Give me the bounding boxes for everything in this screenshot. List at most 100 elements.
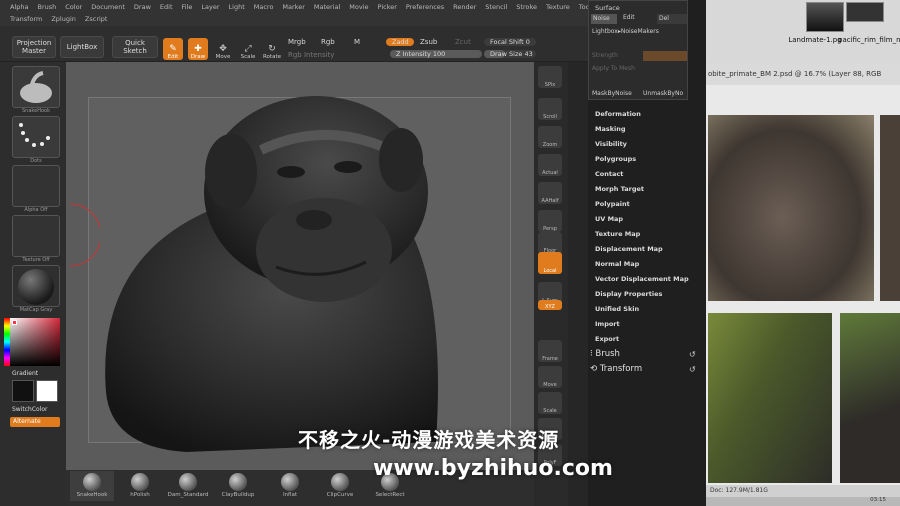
tool-menu-display-properties[interactable]: Display Properties (595, 290, 662, 298)
m-button[interactable]: M (354, 38, 360, 46)
edit-mode-button[interactable]: ✎ Edit (163, 38, 183, 60)
quick-sketch-button[interactable]: Quick Sketch (112, 36, 158, 58)
mask-by-noise-button[interactable]: MaskByNoise (592, 90, 632, 97)
menu-material[interactable]: Material (314, 3, 340, 11)
view-actual-button[interactable]: Actual (538, 154, 562, 176)
file1-name[interactable]: Landmate-1.pg (788, 36, 842, 45)
view-xyz-button[interactable]: XYZ (538, 300, 562, 310)
menu-draw[interactable]: Draw (134, 3, 151, 11)
menu-texture[interactable]: Texture (546, 3, 570, 11)
menu-movie[interactable]: Movie (349, 3, 368, 11)
tool-menu-texture-map[interactable]: Texture Map (595, 230, 640, 238)
zcut-button[interactable]: Zcut (455, 38, 471, 46)
rgb-button[interactable]: Rgb (321, 38, 335, 46)
menu-color[interactable]: Color (65, 3, 82, 11)
texture-thumbnail[interactable] (12, 215, 60, 257)
tool-menu-morph-target[interactable]: Morph Target (595, 185, 644, 193)
brush-hpolish[interactable]: hPolish (118, 471, 162, 501)
main-color-swatch[interactable] (12, 380, 34, 402)
hue-bar[interactable] (4, 318, 10, 366)
brush-snakehook[interactable]: SnakeHook (70, 471, 114, 501)
draw-size-slider[interactable]: Draw Size 43 (484, 50, 536, 58)
file2-thumbnail[interactable] (846, 2, 884, 22)
mrgb-button[interactable]: Mrgb (288, 38, 306, 46)
transform-subpalette[interactable]: ⟲ Transform (590, 364, 642, 374)
focal-shift-slider[interactable]: Focal Shift 0 (484, 38, 536, 46)
menu-macro[interactable]: Macro (254, 3, 274, 11)
menu-zplugin[interactable]: Zplugin (51, 15, 76, 23)
apply-to-mesh-button[interactable]: Apply To Mesh (592, 65, 635, 72)
menu-preferences[interactable]: Preferences (406, 3, 444, 11)
noise-button[interactable]: Noise (591, 14, 617, 24)
transform-reset-icon[interactable]: ↺ (689, 365, 696, 374)
tool-menu-masking[interactable]: Masking (595, 125, 626, 133)
tool-menu-visibility[interactable]: Visibility (595, 140, 627, 148)
surface-edit-button[interactable]: Edit (623, 14, 635, 21)
move-mode-button[interactable]: ✥ Move (213, 38, 233, 60)
view-aahalf-button[interactable]: AAHalf (538, 182, 562, 204)
menu-document[interactable]: Document (91, 3, 125, 11)
menu-light[interactable]: Light (229, 3, 245, 11)
view-floor-button[interactable]: Floor (538, 232, 562, 254)
brush-reset-icon[interactable]: ↺ (689, 350, 696, 359)
unmask-by-noise-button[interactable]: UnmaskByNo (643, 90, 683, 97)
view-persp-button[interactable]: Persp (538, 210, 562, 232)
view-local-button[interactable]: Local (538, 252, 562, 274)
brush-clipcurve[interactable]: ClipCurve (318, 471, 362, 501)
secondary-color-swatch[interactable] (36, 380, 58, 402)
vertical-scrollbar[interactable] (568, 62, 588, 506)
stroke-thumbnail[interactable] (12, 116, 60, 158)
zsub-button[interactable]: Zsub (420, 38, 437, 46)
view-zoom-button[interactable]: Zoom (538, 126, 562, 148)
view-spix-button[interactable]: SPix (538, 66, 562, 88)
view-move-button[interactable]: Move (538, 366, 562, 388)
tool-menu-contact[interactable]: Contact (595, 170, 623, 178)
chimpanzee-sculpt[interactable] (66, 62, 534, 470)
zadd-button[interactable]: Zadd (386, 38, 414, 46)
menu-marker[interactable]: Marker (282, 3, 304, 11)
photoshop-document-tab[interactable]: obite_primate_BM 2.psd @ 16.7% (Layer 88… (706, 63, 900, 85)
rgb-intensity-slider[interactable]: Rgb Intensity (288, 51, 334, 59)
rotate-mode-button[interactable]: ↻ Rotate (262, 38, 282, 60)
menu-layer[interactable]: Layer (201, 3, 219, 11)
alternate-button[interactable]: Alternate (10, 417, 60, 427)
menu-brush[interactable]: Brush (37, 3, 56, 11)
draw-mode-button[interactable]: ✚ Draw (188, 38, 208, 60)
tool-menu-unified-skin[interactable]: Unified Skin (595, 305, 639, 313)
menu-alpha[interactable]: Alpha (10, 3, 28, 11)
menu-render[interactable]: Render (453, 3, 476, 11)
strength-slider[interactable]: Strength (592, 52, 618, 59)
view-scroll-button[interactable]: Scroll (538, 98, 562, 120)
menu-stencil[interactable]: Stencil (485, 3, 507, 11)
color-picker[interactable] (10, 318, 60, 366)
menu-transform[interactable]: Transform (10, 15, 42, 23)
menu-file[interactable]: File (182, 3, 193, 11)
menu-stroke[interactable]: Stroke (516, 3, 537, 11)
tool-menu-displacement-map[interactable]: Displacement Map (595, 245, 663, 253)
tool-menu-vector-displacement-map[interactable]: Vector Displacement Map (595, 275, 689, 283)
file1-thumbnail[interactable] (806, 2, 844, 32)
brush-inflat[interactable]: Inflat (268, 471, 312, 501)
tool-menu-polypaint[interactable]: Polypaint (595, 200, 630, 208)
brush-subpalette[interactable]: ⁝ Brush (590, 349, 620, 359)
z-intensity-slider[interactable]: Z Intensity 100 (390, 50, 482, 58)
menu-zscript[interactable]: Zscript (85, 15, 108, 23)
menu-edit[interactable]: Edit (160, 3, 173, 11)
tool-menu-deformation[interactable]: Deformation (595, 110, 641, 118)
tool-menu-uv-map[interactable]: UV Map (595, 215, 623, 223)
surface-del-button[interactable]: Del (657, 14, 687, 24)
view-frame-button[interactable]: Frame (538, 340, 562, 362)
tool-menu-normal-map[interactable]: Normal Map (595, 260, 639, 268)
menu-picker[interactable]: Picker (378, 3, 397, 11)
photoshop-canvas[interactable] (706, 85, 900, 485)
scale-mode-button[interactable]: ⤢ Scale (238, 38, 258, 60)
projection-master-button[interactable]: Projection Master (12, 36, 56, 58)
switchcolor-button[interactable]: SwitchColor (12, 406, 48, 413)
file2-name[interactable]: pacific_rim_film_ne...2).jpg (838, 36, 900, 45)
lightbox-button[interactable]: LightBox (60, 36, 104, 58)
alpha-thumbnail[interactable] (12, 165, 60, 207)
brush-claybuildup[interactable]: ClayBuildup (216, 471, 260, 501)
material-thumbnail[interactable] (12, 265, 60, 307)
view-scale-button[interactable]: Scale (538, 392, 562, 414)
tool-menu-polygroups[interactable]: Polygroups (595, 155, 636, 163)
